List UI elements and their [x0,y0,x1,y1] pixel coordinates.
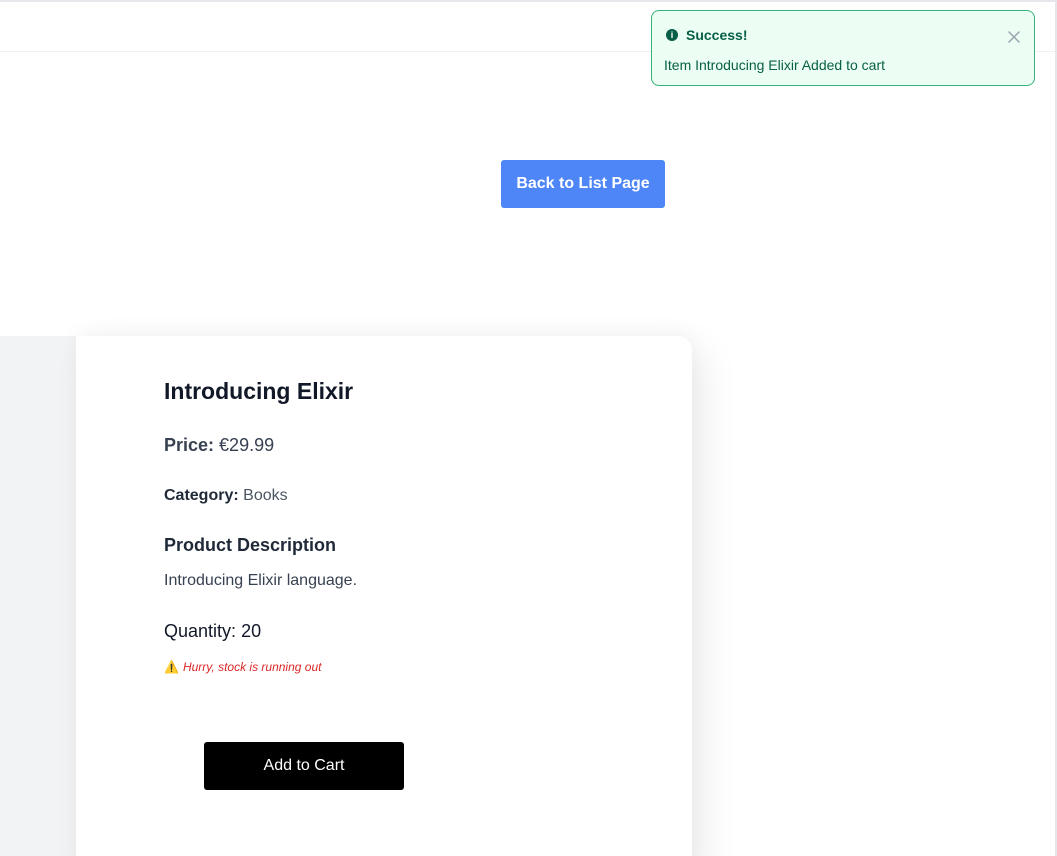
toast-message: Item Introducing Elixir Added to cart [664,57,885,73]
info-circle-icon: i [666,29,678,41]
quantity-label: Quantity: [164,621,237,641]
warning-icon: ⚠️ [164,660,179,674]
stock-warning-text: Hurry, stock is running out [182,660,322,674]
toast-close-button[interactable] [1004,27,1024,47]
page-viewport: Back to List Page Introducing Elixir Pri… [0,0,1057,856]
product-price: Price: €29.99 [164,435,274,456]
toast-title: Success! [686,27,748,43]
product-quantity: Quantity: 20 [164,621,261,642]
description-heading: Product Description [164,535,337,555]
product-title: Introducing Elixir [164,378,354,404]
window-top-border [0,0,1057,2]
add-to-cart-button[interactable]: Add to Cart [204,742,404,790]
back-to-list-button[interactable]: Back to List Page [501,160,665,208]
stock-warning: ⚠️ Hurry, stock is running out [164,660,321,674]
success-toast: i Success! Item Introducing Elixir Added… [651,10,1035,86]
price-label: Price: [164,435,215,455]
price-value: €29.99 [219,435,275,455]
category-value: Books [243,487,288,504]
quantity-value: 20 [241,621,262,641]
product-category: Category: Books [164,487,288,505]
close-icon [1008,31,1020,43]
product-image-panel [0,336,76,856]
category-label: Category: [164,487,239,504]
product-description: Introducing Elixir language. [164,572,358,589]
